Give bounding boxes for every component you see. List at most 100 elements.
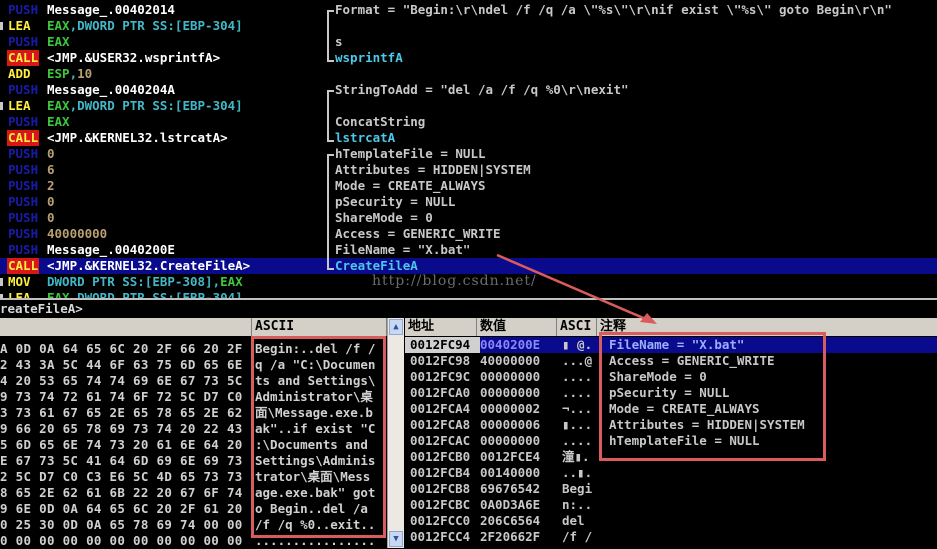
- stack-row[interactable]: 0012FCBC 0A0D3A6E n:..: [405, 497, 937, 513]
- stack-ascii: ....: [562, 369, 593, 384]
- stack-row[interactable]: 0012FCA8 00000006 ▮... Attributes = HIDDEN|…: [405, 417, 937, 433]
- dump-row[interactable]: A 0D 0A 64 65 6C 20 2F 66 20 2F Begin:..d…: [0, 341, 387, 357]
- operands: EAX: [47, 114, 70, 130]
- operand: <JMP.&KERNEL32.lstrcatA>: [47, 130, 228, 145]
- dump-row[interactable]: 9 73 74 72 61 74 6F 72 5C D7 C0 Administr…: [0, 389, 387, 405]
- stack-value: 00000000: [480, 385, 541, 400]
- disasm-row[interactable]: CALL <JMP.&USER32.wsprintfA> wsprintfA: [0, 50, 937, 66]
- disasm-row[interactable]: LEA EAX,DWORD PTR SS:[EBP-304]: [0, 18, 937, 34]
- stack-row[interactable]: 0012FC94 0040200E ▮ @. FileName = "X.bat": [405, 337, 937, 353]
- stack-value: 2F20662F: [480, 529, 541, 544]
- disassembly-pane[interactable]: PUSH Message_.00402014 Format = "Begin:\r\…: [0, 0, 937, 298]
- disasm-row[interactable]: LEA EAX,DWORD PTR SS:[EBP-304]: [0, 290, 937, 298]
- argument-comment: s: [335, 34, 343, 49]
- disasm-row[interactable]: PUSH 6 Attributes = HIDDEN|SYSTEM: [0, 162, 937, 178]
- disasm-row[interactable]: PUSH EAX ConcatString: [0, 114, 937, 130]
- stack-row[interactable]: 0012FCAC 00000000.... hTemplateFile = NULL: [405, 433, 937, 449]
- ascii-text: ................: [255, 533, 376, 548]
- call-args-bracket: [327, 90, 334, 142]
- operand: EAX: [47, 34, 70, 49]
- disasm-row[interactable]: CALL <JMP.&KERNEL32.lstrcatA> lstrcatA: [0, 130, 937, 146]
- stack-row[interactable]: 0012FCC4 2F20662F/f /: [405, 529, 937, 545]
- stack-header-ascii: ASCI: [557, 318, 597, 336]
- stack-row[interactable]: 0012FC98 40000000 ...@ Access = GENERIC_WRI…: [405, 353, 937, 369]
- stack-comment: Access = GENERIC_WRITE: [609, 353, 775, 368]
- hex-bytes: 8 65 2E 62 61 6B 22 20 67 6F 74: [0, 485, 243, 500]
- stack-address: 0012FCA8: [410, 417, 471, 432]
- jump-marker-icon: [0, 278, 3, 286]
- stack-value: 00000006: [480, 417, 541, 432]
- stack-value: 0012FCE4: [480, 449, 541, 464]
- dump-row[interactable]: 4 20 53 65 74 74 69 6E 67 73 5C ts and Se…: [0, 373, 387, 389]
- disasm-row[interactable]: PUSH 0 hTemplateFile = NULL: [0, 146, 937, 162]
- jump-marker-icon: [0, 22, 3, 30]
- ascii-text: Begin:..del /f /: [255, 341, 376, 356]
- dump-scrollbar[interactable]: ▲ ▼: [387, 318, 404, 548]
- disasm-row[interactable]: PUSH 2 Mode = CREATE_ALWAYS: [0, 178, 937, 194]
- stack-value: 40000000: [480, 353, 541, 368]
- stack-row[interactable]: 0012FC9C 00000000.... ShareMode = 0: [405, 369, 937, 385]
- argument-comment: FileName = "X.bat": [335, 242, 471, 257]
- disasm-row[interactable]: PUSH EAX s: [0, 34, 937, 50]
- dump-row[interactable]: 3 73 61 67 65 2E 65 78 65 2E 62 面\Message…: [0, 405, 387, 421]
- dump-row[interactable]: 9 66 20 65 78 69 73 74 20 22 43 ak"..if e…: [0, 421, 387, 437]
- ascii-text: :\Documents and: [255, 437, 376, 452]
- ascii-text: Settings\Adminis: [255, 453, 376, 468]
- stack-row[interactable]: 0012FCB0 0012FCE4 潼▮.: [405, 449, 937, 465]
- disasm-row[interactable]: PUSH Message_.00402014 Format = "Begin:\r\…: [0, 2, 937, 18]
- operand: <JMP.&USER32.wsprintfA>: [47, 50, 221, 65]
- stack-ascii: ..▮.: [562, 465, 593, 480]
- stack-row[interactable]: 0012FCA0 00000000.... pSecurity = NULL: [405, 385, 937, 401]
- operands: <JMP.&KERNEL32.CreateFileA>: [47, 258, 250, 274]
- stack-ascii: ▮ @.: [562, 337, 593, 352]
- dump-row[interactable]: 0 00 00 00 00 00 00 00 00 00 00.........…: [0, 533, 387, 549]
- disasm-row[interactable]: PUSH 0 pSecurity = NULL: [0, 194, 937, 210]
- dump-row[interactable]: 2 43 3A 5C 44 6F 63 75 6D 65 6E q /a "C:\…: [0, 357, 387, 373]
- stack-ascii: n:..: [562, 497, 593, 512]
- hex-bytes: 9 73 74 72 61 74 6F 72 5C D7 C0: [0, 389, 243, 404]
- dump-header-hex: [0, 318, 252, 336]
- disasm-row[interactable]: PUSH 40000000 Access = GENERIC_WRITE: [0, 226, 937, 242]
- operand: ,DWORD PTR SS:[EBP-304]: [69, 290, 243, 298]
- scroll-down-button[interactable]: ▼: [389, 531, 403, 547]
- dump-row[interactable]: 9 6E 0D 0A 64 65 6C 20 2F 61 20 o Begin..…: [0, 501, 387, 517]
- argument-comment: Format = "Begin:\r\ndel /f /q /a \"%s\"\…: [335, 2, 892, 17]
- stack-address: 0012FCAC: [410, 433, 471, 448]
- operand: <JMP.&KERNEL32.CreateFileA>: [47, 258, 251, 273]
- dump-row[interactable]: 0 25 30 0D 0A 65 78 69 74 00 00/f /q %0.…: [0, 517, 387, 533]
- memory-dump-pane[interactable]: A 0D 0A 64 65 6C 20 2F 66 20 2F Begin:..d…: [0, 336, 387, 548]
- dump-row[interactable]: 5 6D 65 6E 74 73 20 61 6E 64 20 :\Documen…: [0, 437, 387, 453]
- operand: 6: [47, 162, 55, 177]
- ascii-text: age.exe.bak" got: [255, 485, 376, 500]
- mnemonic: CALL: [7, 258, 40, 274]
- disasm-row[interactable]: PUSH 0 ShareMode = 0: [0, 210, 937, 226]
- hex-bytes: 2 43 3A 5C 44 6F 63 75 6D 65 6E: [0, 357, 243, 372]
- disasm-row[interactable]: PUSH Message_.0040200E FileName = "X.bat": [0, 242, 937, 258]
- stack-pane[interactable]: 0012FC94 0040200E ▮ @. FileName = "X.bat" 00…: [405, 336, 937, 548]
- operand: 0: [47, 146, 55, 161]
- mnemonic: LEA: [8, 18, 31, 33]
- hex-bytes: 5 6D 65 6E 74 73 20 61 6E 64 20: [0, 437, 243, 452]
- stack-address: 0012FCC0: [410, 513, 471, 528]
- dump-row[interactable]: E 67 73 5C 41 64 6D 69 6E 69 73 Settings\…: [0, 453, 387, 469]
- argument-comment: StringToAdd = "del /a /f /q %0\r\nexit": [335, 82, 629, 97]
- disasm-row[interactable]: LEA EAX,DWORD PTR SS:[EBP-304]: [0, 98, 937, 114]
- ascii-text: 面\Message.exe.b: [255, 405, 373, 420]
- stack-header: 地址 数值 ASCI 注释: [405, 318, 937, 336]
- argument-comment: ConcatString: [335, 114, 426, 129]
- stack-value: 0A0D3A6E: [480, 497, 541, 512]
- disasm-row[interactable]: PUSH Message_.0040204A StringToAdd = "del …: [0, 82, 937, 98]
- stack-address: 0012FC94: [405, 337, 480, 353]
- info-line: reateFileA>: [0, 298, 937, 318]
- operands: <JMP.&KERNEL32.lstrcatA>: [47, 130, 228, 146]
- disasm-row[interactable]: CALL <JMP.&KERNEL32.CreateFileA> CreateFil…: [0, 258, 937, 274]
- disasm-row[interactable]: ADD ESP,10: [0, 66, 937, 82]
- stack-row[interactable]: 0012FCA4 00000002 ¬... Mode = CREATE_ALWAYS: [405, 401, 937, 417]
- stack-row[interactable]: 0012FCC0 206C6564 del: [405, 513, 937, 529]
- dump-row[interactable]: 8 65 2E 62 61 6B 22 20 67 6F 74 age.exe.b…: [0, 485, 387, 501]
- stack-row[interactable]: 0012FCB4 00140000 ..▮.: [405, 465, 937, 481]
- argument-comment: Mode = CREATE_ALWAYS: [335, 178, 486, 193]
- dump-row[interactable]: 2 5C D7 C0 C3 E6 5C 4D 65 73 73 trator\桌面…: [0, 469, 387, 485]
- stack-row[interactable]: 0012FCB8 69676542 Begi: [405, 481, 937, 497]
- scroll-up-button[interactable]: ▲: [389, 319, 403, 335]
